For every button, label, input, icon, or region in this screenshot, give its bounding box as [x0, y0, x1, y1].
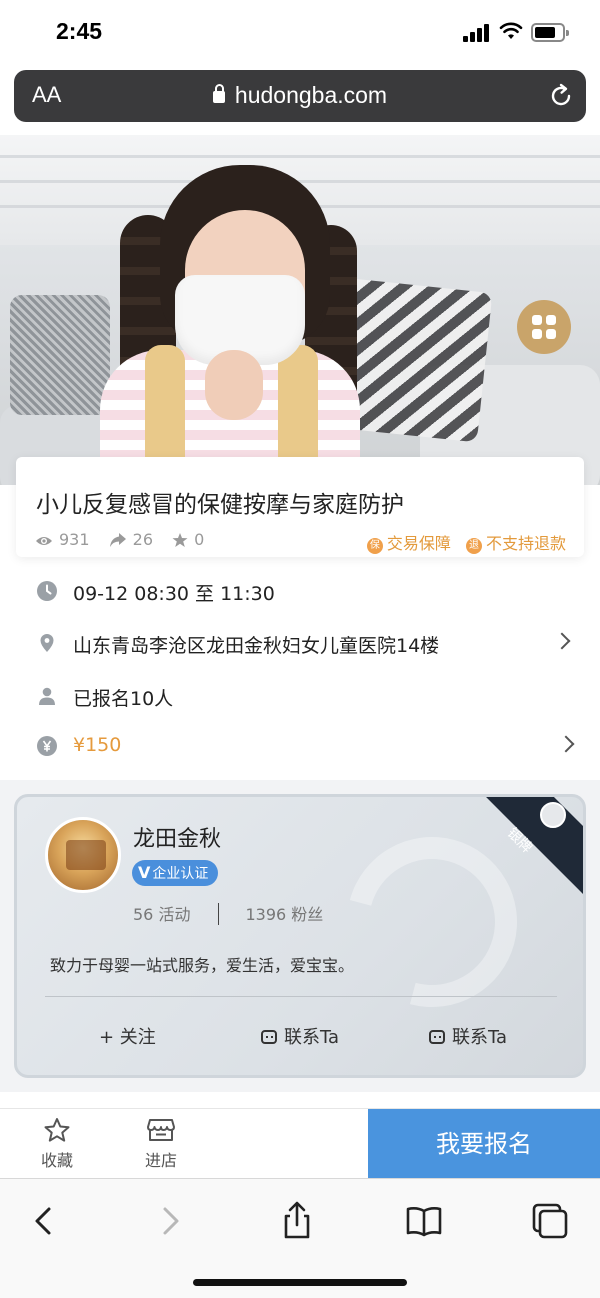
lock-icon: [212, 84, 225, 103]
status-bar: 2:45: [0, 0, 600, 64]
battery-icon: [531, 23, 569, 42]
favorite-button[interactable]: 收藏: [27, 1117, 87, 1171]
hero-blind: [0, 155, 600, 158]
silver-level-ribbon: 银牌: [476, 797, 583, 904]
star-outline-icon: [44, 1118, 70, 1142]
url-domain-text: hudongba.com: [234, 82, 388, 108]
back-arrow-icon[interactable]: [22, 1199, 66, 1243]
views-stat: 931: [35, 530, 90, 549]
stats-divider: [218, 903, 220, 925]
contact-button[interactable]: 联系Ta: [261, 1023, 339, 1049]
event-stats: 931 26 0: [35, 530, 218, 549]
follow-button[interactable]: + 关注: [99, 1023, 156, 1049]
chevron-right-icon: [553, 632, 571, 650]
signup-button[interactable]: 我要报名: [368, 1109, 600, 1179]
yen-icon: [37, 736, 57, 756]
chevron-right-icon: [557, 735, 575, 753]
reload-icon[interactable]: [548, 83, 574, 109]
refund-icon: 退: [465, 538, 482, 554]
home-indicator: [193, 1279, 407, 1286]
no-refund-tag[interactable]: 退不支持退款: [465, 530, 566, 554]
status-time: 2:45: [56, 18, 103, 44]
menu-grid-icon[interactable]: [517, 300, 571, 354]
event-title: 小儿反复感冒的保健按摩与家庭防护: [36, 492, 404, 518]
hero-pillow: [10, 295, 110, 415]
bottom-action-bar: 收藏 进店 我要报名: [0, 1108, 600, 1179]
share-icon[interactable]: [275, 1199, 319, 1243]
person-icon: [39, 687, 55, 705]
favorites-count: 0: [194, 530, 205, 549]
event-title-card: 小儿反复感冒的保健按摩与家庭防护 931 26 0 保交易保障 退不支持退款: [16, 457, 584, 557]
store-label: 进店: [144, 1151, 177, 1170]
chat-icon: [261, 1030, 277, 1044]
organizer-name[interactable]: 龙田金秋: [133, 821, 221, 853]
favorites-stat: 0: [172, 530, 204, 549]
medal-icon: [540, 802, 566, 828]
event-cover-image: [0, 135, 600, 485]
store-button[interactable]: 进店: [131, 1117, 191, 1171]
contact-label: 联系Ta: [284, 1027, 340, 1048]
location-pin-icon: [40, 634, 54, 652]
event-tags: 保交易保障 退不支持退款: [357, 530, 566, 554]
verified-v-icon: V: [138, 863, 151, 882]
forward-arrow-icon[interactable]: [148, 1199, 192, 1243]
clock-icon: [37, 581, 57, 601]
organizer-description: 致力于母婴一站式服务，爱生活，爱宝宝。: [50, 956, 355, 975]
share-arrow-icon: [109, 533, 126, 547]
activity-count: 56 活动: [133, 905, 191, 924]
organizer-stats: 56 活动 1396 粉丝: [133, 901, 323, 925]
enterprise-verified-badge: V 企业认证: [132, 860, 219, 886]
contact-button-2[interactable]: 联系Ta: [429, 1023, 507, 1049]
event-time-row: 09-12 08:30 至 11:30: [0, 567, 600, 615]
eye-icon: [36, 537, 52, 545]
guarantee-icon: 保: [366, 538, 383, 554]
trade-guarantee-tag[interactable]: 保交易保障: [366, 530, 451, 554]
tag-label: 交易保障: [386, 534, 451, 553]
registered-count: 已报名10人: [73, 688, 174, 710]
event-price: ¥150: [73, 734, 122, 756]
store-icon: [147, 1119, 175, 1141]
star-icon: [172, 533, 188, 547]
shares-count: 26: [132, 530, 153, 549]
views-count: 931: [59, 530, 90, 549]
url-bar[interactable]: AA hudongba.com: [14, 70, 586, 122]
event-address: 山东青岛李沧区龙田金秋妇女儿童医院14楼: [73, 635, 440, 657]
tag-label: 不支持退款: [485, 534, 566, 553]
url-display[interactable]: hudongba.com: [14, 82, 586, 109]
tabs-icon[interactable]: [528, 1199, 572, 1243]
divider: [45, 996, 557, 997]
signal-icon: [463, 24, 491, 42]
registered-row: 已报名10人: [0, 672, 600, 720]
organizer-avatar[interactable]: [45, 817, 121, 893]
organizer-card[interactable]: 龙田金秋 V 企业认证 56 活动 1396 粉丝 致力于母婴一站式服务，爱生活，爱…: [14, 794, 586, 1078]
girl-hand: [205, 350, 263, 420]
event-address-row[interactable]: 山东青岛李沧区龙田金秋妇女儿童医院14楼: [0, 619, 600, 667]
price-row[interactable]: ¥150: [0, 722, 600, 770]
wifi-icon: [499, 22, 523, 39]
verify-label: 企业认证: [152, 866, 209, 882]
favorite-label: 收藏: [40, 1151, 73, 1170]
ribbon-band: [483, 797, 583, 904]
shares-stat: 26: [109, 530, 153, 549]
bookmarks-book-icon[interactable]: [402, 1199, 446, 1243]
contact-label: 联系Ta: [452, 1027, 508, 1048]
chat-icon: [429, 1030, 445, 1044]
fans-count: 1396 粉丝: [245, 905, 324, 924]
event-time: 09-12 08:30 至 11:30: [73, 583, 275, 605]
